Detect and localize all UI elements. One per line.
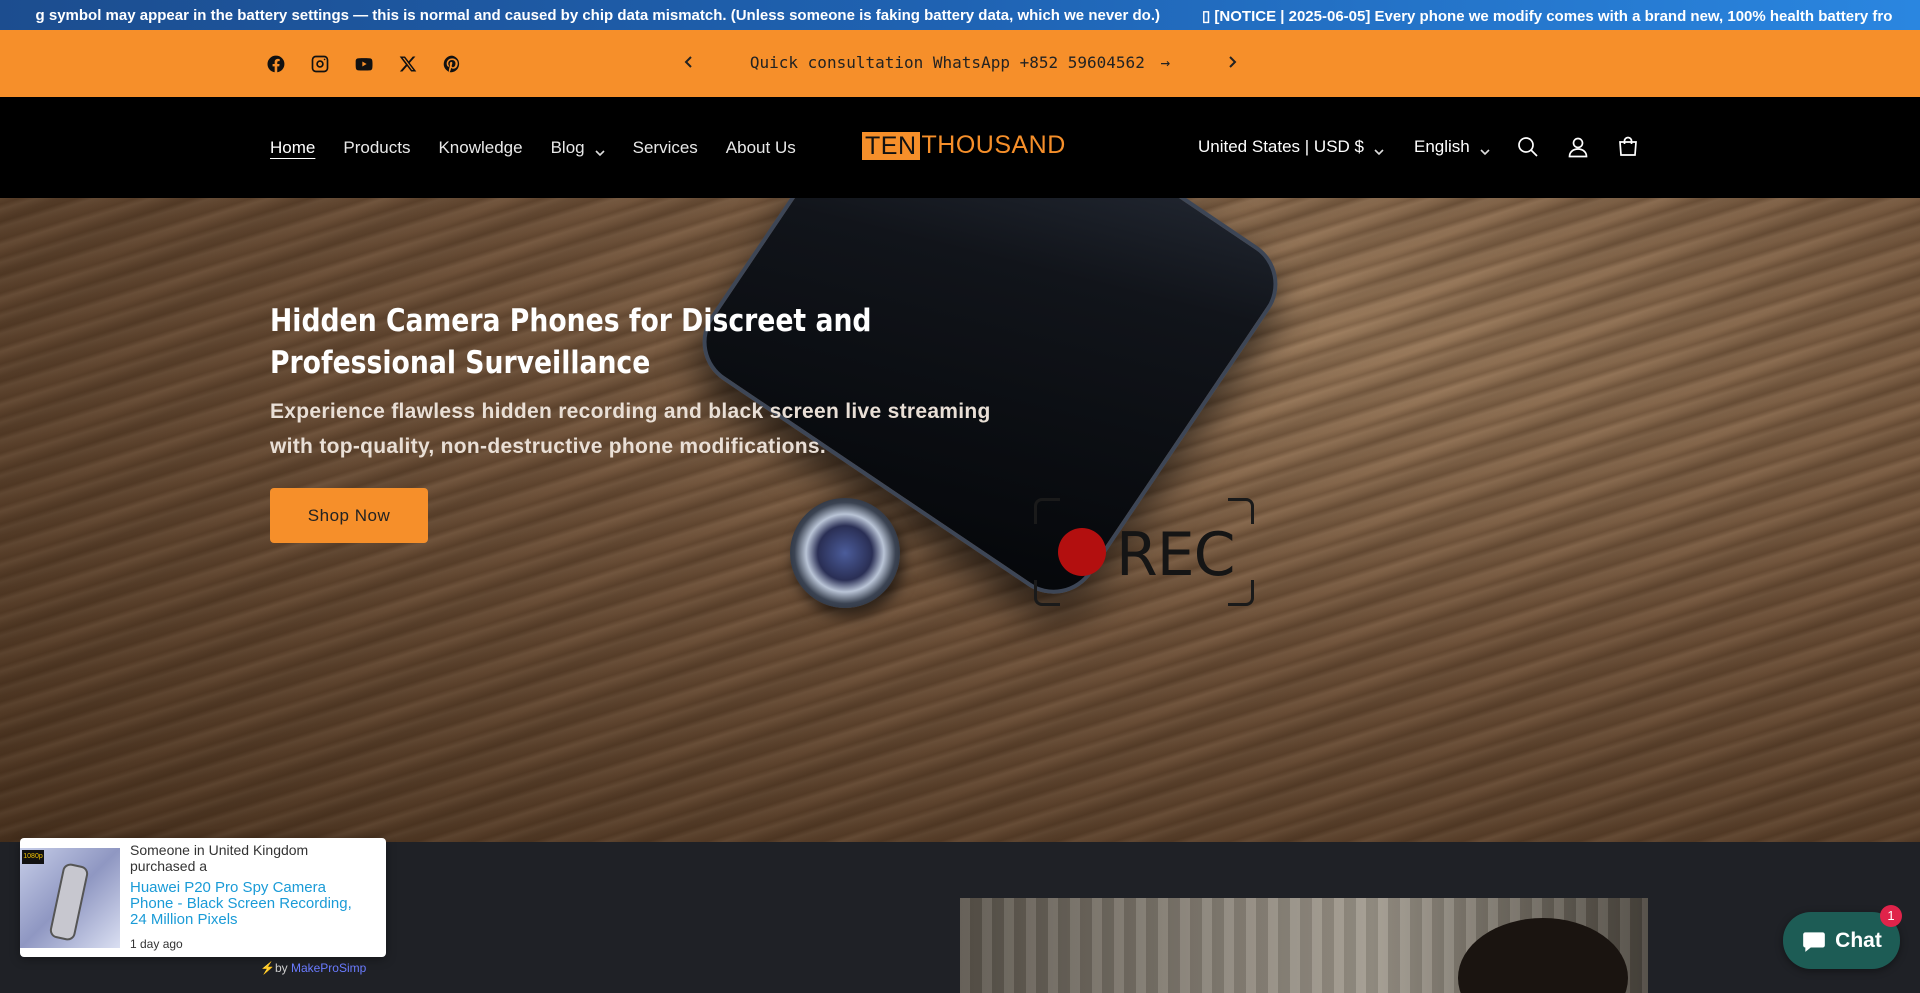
logo-ten: TEN (862, 131, 920, 160)
rec-indicator: REC (1034, 498, 1254, 606)
featured-video-image[interactable] (960, 898, 1648, 993)
country-selector[interactable]: United States | USD $ (1198, 137, 1384, 157)
chat-bubble-icon (1803, 931, 1825, 952)
nav-item-home[interactable]: Home (270, 138, 315, 158)
social-links (262, 50, 466, 78)
thumbnail-badge: 1080p (22, 850, 44, 864)
hero-title: Hidden Camera Phones for Discreet and Pr… (270, 303, 872, 381)
cart-icon[interactable] (1614, 133, 1642, 161)
main-nav: Home Products Knowledge Blog Services Ab… (270, 138, 796, 158)
nav-item-services[interactable]: Services (633, 138, 698, 158)
arrow-right-icon: → (1160, 53, 1171, 72)
nav-item-about-us[interactable]: About Us (726, 138, 796, 158)
site-logo[interactable]: TEN THOUSAND (862, 131, 1066, 160)
chat-unread-badge: 1 (1880, 905, 1902, 927)
shop-now-button[interactable]: Shop Now (270, 488, 428, 543)
ticker-item: g symbol may appear in the battery setti… (35, 7, 1160, 24)
announcement-prev-button[interactable] (677, 50, 701, 74)
chevron-down-icon (1374, 142, 1384, 156)
chevron-down-icon (1480, 142, 1490, 156)
camera-lens-image (790, 498, 900, 608)
phone-device-image (48, 862, 90, 942)
recent-purchase-popup[interactable]: 1080p Someone in United Kingdom purchase… (20, 838, 386, 957)
x-icon[interactable] (394, 50, 422, 78)
site-header: Home Products Knowledge Blog Services Ab… (0, 97, 1920, 198)
account-icon[interactable] (1564, 133, 1592, 161)
ticker-item: ▯ [NOTICE | 2025-06-05] Every phone we m… (1202, 8, 1893, 25)
chevron-down-icon (595, 143, 605, 157)
purchase-time: 1 day ago (130, 937, 183, 951)
purchase-message: Someone in United Kingdom purchased a (130, 842, 309, 874)
youtube-icon[interactable] (350, 50, 378, 78)
facebook-icon[interactable] (262, 50, 290, 78)
product-thumbnail: 1080p (20, 848, 120, 948)
rec-frame-corner (1034, 498, 1060, 524)
attribution-prefix: ⚡by (260, 961, 291, 975)
hero-subtitle: Experience flawless hidden recording and… (270, 400, 991, 458)
language-selector[interactable]: English (1414, 137, 1490, 157)
rec-frame-corner (1034, 580, 1060, 606)
search-icon[interactable] (1514, 133, 1542, 161)
nav-item-label: Blog (550, 138, 585, 157)
announcement-bar: Quick consultation WhatsApp +852 5960456… (0, 30, 1920, 97)
rec-label: REC (1116, 520, 1235, 590)
nav-item-blog[interactable]: Blog (551, 138, 605, 158)
popup-attribution: ⚡by MakeProSimp (260, 961, 366, 975)
announcement-next-button[interactable] (1220, 50, 1244, 74)
notice-ticker: g symbol may appear in the battery setti… (0, 0, 1920, 30)
nav-item-products[interactable]: Products (343, 138, 410, 158)
country-label: United States | USD $ (1198, 137, 1364, 156)
announcement-link[interactable]: Quick consultation WhatsApp +852 5960456… (700, 53, 1220, 72)
chat-label: Chat (1835, 928, 1882, 952)
nav-item-knowledge[interactable]: Knowledge (438, 138, 522, 158)
logo-thousand: THOUSAND (921, 131, 1066, 159)
instagram-icon[interactable] (306, 50, 334, 78)
purchased-product-link[interactable]: Huawei P20 Pro Spy Camera Phone - Black … (130, 880, 370, 928)
language-label: English (1414, 137, 1470, 156)
record-dot-icon (1058, 528, 1106, 576)
pinterest-icon[interactable] (438, 50, 466, 78)
attribution-brand-link[interactable]: MakeProSimp (291, 961, 366, 975)
announcement-text: Quick consultation WhatsApp +852 5960456… (749, 53, 1145, 72)
hero-banner: REC Hidden Camera Phones for Discreet an… (0, 198, 1920, 842)
